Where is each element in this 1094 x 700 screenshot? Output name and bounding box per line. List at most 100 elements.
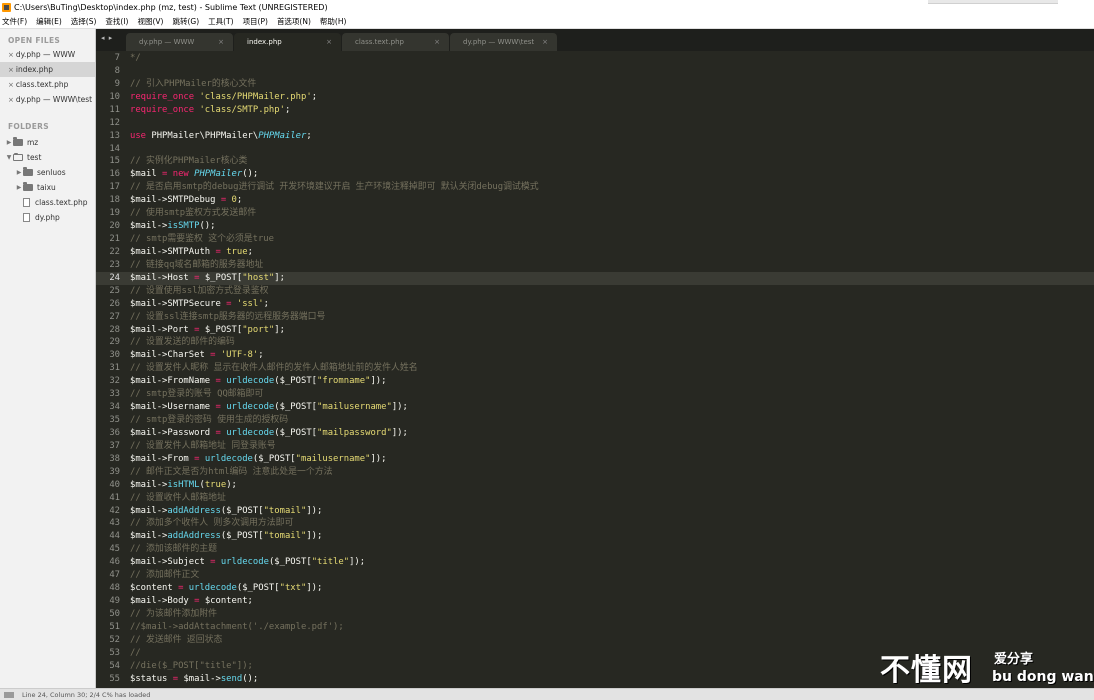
menu-item-2[interactable]: 选择(S) [71, 16, 97, 27]
open-file-item[interactable]: × dy.php — WWW\test [0, 92, 95, 107]
line-number: 36 [109, 427, 120, 438]
code-line[interactable]: 14 [96, 143, 1094, 156]
code-token: "mailusername" [295, 453, 371, 464]
code-line[interactable]: 34 $mail->Username = urldecode($_POST["ma… [96, 401, 1094, 414]
code-line[interactable]: 13 use PHPMailer\PHPMailer\PHPMailer; [96, 130, 1094, 143]
code-line[interactable]: 31 // 设置发件人昵称 显示在收件人邮件的发件人邮箱地址前的发件人姓名 [96, 362, 1094, 375]
code-line[interactable]: 41 // 设置收件人邮箱地址 [96, 492, 1094, 505]
menu-item-9[interactable]: 帮助(H) [320, 16, 347, 27]
panel-toggle-icon[interactable] [4, 692, 14, 698]
tab-close-icon[interactable]: × [434, 33, 440, 51]
code-line[interactable]: 28 $mail->Port = $_POST["port"]; [96, 324, 1094, 337]
line-number: 54 [109, 660, 120, 671]
close-icon[interactable]: × [8, 96, 14, 104]
code-line[interactable]: 11 require_once 'class/SMTP.php'; [96, 104, 1094, 117]
code-token: "mailpassword" [317, 427, 392, 438]
code-line[interactable]: 33 // smtp登录的账号 QQ邮箱即可 [96, 388, 1094, 401]
folder-item[interactable]: ▶ taixu [0, 180, 95, 195]
code-token: ; [263, 298, 269, 309]
code-line[interactable]: 21 // smtp需要鉴权 这个必须是true [96, 233, 1094, 246]
menu-item-0[interactable]: 文件(F) [2, 16, 27, 27]
code-line[interactable]: 25 // 设置使用ssl加密方式登录鉴权 [96, 285, 1094, 298]
code-line[interactable]: 38 $mail->From = urldecode($_POST["mailus… [96, 453, 1094, 466]
title-search-box[interactable] [928, 0, 1058, 4]
tab-2[interactable]: class.text.php × [342, 33, 449, 51]
tab-0[interactable]: dy.php — WWW × [126, 33, 233, 51]
code-token: // 邮件正文是否为html编码 注意此处是一个方法 [130, 466, 333, 477]
code-line[interactable]: 45 // 添加该邮件的主题 [96, 543, 1094, 556]
folder-item[interactable]: ▼ test [0, 150, 95, 165]
menu-item-8[interactable]: 首选项(N) [277, 16, 311, 27]
code-line[interactable]: 26 $mail->SMTPSecure = 'ssl'; [96, 298, 1094, 311]
tab-close-icon[interactable]: × [326, 33, 332, 51]
menu-item-6[interactable]: 工具(T) [208, 16, 233, 27]
folder-item[interactable]: ▶ senluos [0, 165, 95, 180]
code-line[interactable]: 47 // 添加邮件正文 [96, 569, 1094, 582]
tab-close-icon[interactable]: × [218, 33, 224, 51]
menu-item-1[interactable]: 编辑(E) [36, 16, 62, 27]
code-token: = [167, 673, 184, 684]
triangle-right-icon[interactable]: ▶ [15, 180, 23, 195]
code-line[interactable]: 30 $mail->CharSet = 'UTF-8'; [96, 349, 1094, 362]
tab-1[interactable]: index.php × [234, 33, 341, 51]
close-icon[interactable]: × [8, 81, 14, 89]
code-line[interactable]: 24 $mail->Host = $_POST["host"]; [96, 271, 1094, 285]
code-line[interactable]: 15 // 实例化PHPMailer核心类 [96, 155, 1094, 168]
code-line[interactable]: 49 $mail->Body = $content; [96, 595, 1094, 608]
menu-item-5[interactable]: 跳转(G) [172, 16, 199, 27]
code-line[interactable]: 9 // 引入PHPMailer的核心文件 [96, 78, 1094, 91]
line-number: 55 [109, 673, 120, 684]
code-line[interactable]: 40 $mail->isHTML(true); [96, 479, 1094, 492]
menu-item-3[interactable]: 查找(I) [105, 16, 128, 27]
close-icon[interactable]: × [8, 66, 14, 74]
code-line[interactable]: 35 // smtp登录的密码 使用生成的授权码 [96, 414, 1094, 427]
open-file-label: index.php [15, 65, 54, 74]
code-line[interactable]: 48 $content = urldecode($_POST["txt"]); [96, 582, 1094, 595]
tab-3[interactable]: dy.php — WWW\test × [450, 33, 557, 51]
line-code: // 链接qq域名邮箱的服务器地址 [130, 259, 263, 272]
code-line[interactable]: 16 $mail = new PHPMailer(); [96, 168, 1094, 181]
open-file-item[interactable]: × index.php [0, 62, 95, 77]
code-line[interactable]: 20 $mail->isSMTP(); [96, 220, 1094, 233]
code-line[interactable]: 19 // 使用smtp鉴权方式发送邮件 [96, 207, 1094, 220]
folder-item[interactable]: ▶ mz [0, 135, 95, 150]
code-line[interactable]: 46 $mail->Subject = urldecode($_POST["tit… [96, 556, 1094, 569]
code-line[interactable]: 7 */ [96, 52, 1094, 65]
code-line[interactable]: 22 $mail->SMTPAuth = true; [96, 246, 1094, 259]
file-item[interactable]: class.text.php [0, 195, 95, 210]
code-line[interactable]: 51 //$mail->addAttachment('./example.pdf'… [96, 621, 1094, 634]
code-line[interactable]: 50 // 为该邮件添加附件 [96, 608, 1094, 621]
line-number: 16 [109, 169, 120, 180]
code-line[interactable]: 10 require_once 'class/PHPMailer.php'; [96, 91, 1094, 104]
code-line[interactable]: 32 $mail->FromName = urldecode($_POST["fr… [96, 375, 1094, 388]
open-file-item[interactable]: × class.text.php [0, 77, 95, 92]
triangle-right-icon[interactable]: ▶ [15, 165, 23, 180]
tab-nav-arrows-icon[interactable]: ◂ ▸ [101, 34, 113, 42]
line-number: 20 [109, 221, 120, 232]
code-line[interactable]: 12 [96, 117, 1094, 130]
code-token: PHPMailer [258, 130, 307, 141]
triangle-down-icon[interactable]: ▼ [5, 150, 13, 165]
tab-close-icon[interactable]: × [542, 33, 548, 51]
code-line[interactable]: 43 // 添加多个收件人 则多次调用方法即可 [96, 517, 1094, 530]
code-line[interactable]: 23 // 链接qq域名邮箱的服务器地址 [96, 259, 1094, 272]
code-line[interactable]: 42 $mail->addAddress($_POST["tomail"]); [96, 505, 1094, 518]
file-item[interactable]: dy.php [0, 210, 95, 225]
triangle-right-icon[interactable]: ▶ [5, 135, 13, 150]
menu-item-4[interactable]: 视图(V) [137, 16, 163, 27]
code-line[interactable]: 18 $mail->SMTPDebug = 0; [96, 194, 1094, 207]
code-line[interactable]: 17 // 是否启用smtp的debug进行调试 开发环境建议开启 生产环境注释掉… [96, 181, 1094, 194]
line-number: 26 [109, 298, 120, 309]
close-icon[interactable]: × [8, 51, 14, 59]
code-line[interactable]: 8 [96, 65, 1094, 78]
code-line[interactable]: 37 // 设置发件人邮箱地址 同登录账号 [96, 440, 1094, 453]
code-editor[interactable]: 7 */ 8 9 // 引入PHPMailer的核心文件 10 require_once '… [96, 51, 1094, 688]
code-line[interactable]: 39 // 邮件正文是否为html编码 注意此处是一个方法 [96, 466, 1094, 479]
code-line[interactable]: 29 // 设置发送的邮件的编码 [96, 336, 1094, 349]
code-token: // 设置使用ssl加密方式登录鉴权 [130, 285, 269, 296]
open-file-item[interactable]: × dy.php — WWW [0, 47, 95, 62]
code-line[interactable]: 36 $mail->Password = urldecode($_POST["ma… [96, 427, 1094, 440]
code-line[interactable]: 44 $mail->addAddress($_POST["tomail"]); [96, 530, 1094, 543]
menu-item-7[interactable]: 项目(P) [243, 16, 268, 27]
code-line[interactable]: 27 // 设置ssl连接smtp服务器的远程服务器端口号 [96, 311, 1094, 324]
